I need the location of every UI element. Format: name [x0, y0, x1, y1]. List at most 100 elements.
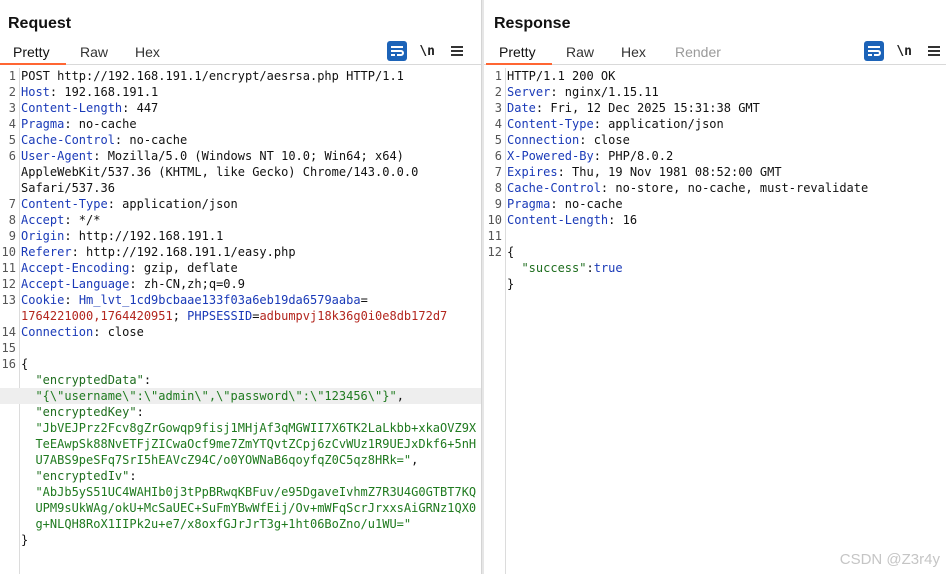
menu-icon [451, 46, 463, 56]
request-menu-button[interactable] [447, 41, 467, 61]
code-token: "AbJb5yS51UC4WAHIb0j3tPpBRwqKBFuv/e95Dga… [21, 485, 477, 499]
code-token: : [143, 373, 152, 387]
line-number: 10 [1, 245, 16, 259]
code-line: "{\"username\":\"admin\",\"password\":\"… [0, 388, 481, 404]
code-token: Origin [21, 229, 65, 243]
line-code: Pragma: no-cache [21, 116, 477, 132]
code-line: "encryptedKey": [0, 404, 481, 420]
watermark: CSDN @Z3r4y [839, 551, 940, 568]
response-editor[interactable]: 1 HTTP/1.1 200 OK 2 Server: nginx/1.15.11 3 D… [484, 68, 946, 574]
response-wrap-button[interactable] [864, 41, 885, 61]
code-line: 1764221000,1764420951; PHPSESSID=adbumpv… [0, 308, 481, 324]
code-token: { [21, 357, 29, 371]
response-tab-pretty[interactable]: Pretty [499, 44, 536, 60]
line-number: 8 [494, 181, 502, 195]
code-token: PHPSESSID [187, 309, 253, 323]
code-token: Cache-Control [21, 133, 115, 147]
line-code: Content-Type: application/json [507, 116, 942, 132]
request-tab-pretty[interactable]: Pretty [13, 44, 50, 60]
code-line: 12 Accept-Language: zh-CN,zh;q=0.9 [0, 276, 481, 292]
line-number: 7 [494, 165, 502, 179]
code-token: Content-Length [507, 213, 609, 227]
code-line: AppleWebKit/537.36 (KHTML, like Gecko) C… [0, 164, 481, 180]
line-code: Accept-Language: zh-CN,zh;q=0.9 [21, 276, 477, 292]
line-code: "encryptedIv": [21, 468, 477, 484]
line-code: "encryptedData": [21, 372, 477, 388]
code-line: U7ABS9peSFq7SrI5hEAVcZ94C/o0YOWNaB6qoyfq… [0, 452, 481, 468]
wrap-lines-icon [868, 46, 882, 56]
code-token: POST http://192.168.191.1/encrypt/aesrsa… [21, 69, 404, 83]
code-token: : [586, 261, 594, 275]
code-line: } [0, 532, 481, 548]
line-number: 3 [494, 101, 502, 115]
code-line: Safari/537.36 [0, 180, 481, 196]
line-code: Content-Length: 447 [21, 100, 477, 116]
menu-icon [928, 46, 940, 56]
code-line: 3 Content-Length: 447 [0, 100, 481, 116]
line-code: HTTP/1.1 200 OK [507, 68, 942, 84]
code-line: 6 X-Powered-By: PHP/8.0.2 [484, 148, 946, 164]
code-token: "success" [507, 261, 587, 275]
code-token: : [129, 469, 137, 483]
code-token: = [360, 293, 368, 307]
line-code: POST http://192.168.191.1/encrypt/aesrsa… [21, 68, 477, 84]
code-token: Accept-Language [21, 277, 130, 291]
code-line: 14 Connection: close [0, 324, 481, 340]
line-number: 2 [494, 85, 502, 99]
request-toolbar: \n [387, 41, 467, 61]
line-code: Content-Length: 16 [507, 212, 942, 228]
code-token: Connection [507, 133, 580, 147]
code-token: AppleWebKit/537.36 (KHTML, like Gecko) C… [21, 165, 419, 179]
code-token: : PHP/8.0.2 [593, 149, 674, 163]
request-tab-raw[interactable]: Raw [80, 44, 108, 60]
code-token: Referer [21, 245, 72, 259]
response-newline-toggle[interactable]: \n [896, 44, 912, 59]
request-editor[interactable]: 1 POST http://192.168.191.1/encrypt/aesrs… [0, 68, 481, 574]
line-number: 14 [1, 325, 16, 339]
code-line: 1 HTTP/1.1 200 OK [484, 68, 946, 84]
code-token: U7ABS9peSFq7SrI5hEAVcZ94C/o0YOWNaB6qoyfq… [21, 453, 412, 467]
response-tab-hex[interactable]: Hex [621, 44, 646, 60]
line-code: "AbJb5yS51UC4WAHIb0j3tPpBRwqKBFuv/e95Dga… [21, 484, 477, 500]
code-token: : nginx/1.15.11 [550, 85, 659, 99]
code-token: : 447 [122, 101, 159, 115]
code-token: Safari/537.36 [21, 181, 115, 195]
line-code: Cache-Control: no-store, no-cache, must-… [507, 180, 942, 196]
request-newline-toggle[interactable]: \n [419, 44, 435, 59]
response-tab-raw[interactable]: Raw [566, 44, 594, 60]
line-number: 10 [487, 213, 502, 227]
code-token: : [64, 293, 79, 307]
code-token: : */* [64, 213, 101, 227]
code-token: { [507, 245, 515, 259]
code-token: HTTP/1.1 200 OK [507, 69, 616, 83]
code-line: "AbJb5yS51UC4WAHIb0j3tPpBRwqKBFuv/e95Dga… [0, 484, 481, 500]
line-number: 6 [494, 149, 502, 163]
code-token: : Mozilla/5.0 (Windows NT 10.0; Win64; x… [93, 149, 404, 163]
line-number: 1 [494, 69, 502, 83]
code-token: : zh-CN,zh;q=0.9 [129, 277, 245, 291]
line-code: User-Agent: Mozilla/5.0 (Windows NT 10.0… [21, 148, 477, 164]
request-wrap-button[interactable] [387, 41, 408, 61]
line-number: 12 [1, 277, 16, 291]
line-code: { [507, 244, 942, 260]
code-line: 10 Referer: http://192.168.191.1/easy.php [0, 244, 481, 260]
response-menu-button[interactable] [924, 41, 944, 61]
line-code: Server: nginx/1.15.11 [507, 84, 942, 100]
active-tab-indicator [0, 63, 66, 65]
code-token: "JbVEJPrz2Fcv8gZrGowqp9fisj1MHjAf3qMGWII… [21, 421, 477, 435]
code-line: "encryptedData": [0, 372, 481, 388]
line-code: Accept-Encoding: gzip, deflate [21, 260, 477, 276]
code-token: : 16 [608, 213, 638, 227]
response-toolbar: \n [864, 41, 944, 61]
request-tab-hex[interactable]: Hex [135, 44, 160, 60]
line-number: 11 [487, 229, 502, 243]
code-token: "encryptedData" [21, 373, 144, 387]
code-token: "{\"username\":\"admin\",\"password\":\"… [21, 389, 397, 403]
line-code: Cache-Control: no-cache [21, 132, 477, 148]
line-code: U7ABS9peSFq7SrI5hEAVcZ94C/o0YOWNaB6qoyfq… [21, 452, 477, 468]
response-tab-render[interactable]: Render [675, 44, 721, 60]
code-line: 12 { [484, 244, 946, 260]
code-token: Expires [507, 165, 558, 179]
code-line: 7 Content-Type: application/json [0, 196, 481, 212]
code-line: 9 Pragma: no-cache [484, 196, 946, 212]
